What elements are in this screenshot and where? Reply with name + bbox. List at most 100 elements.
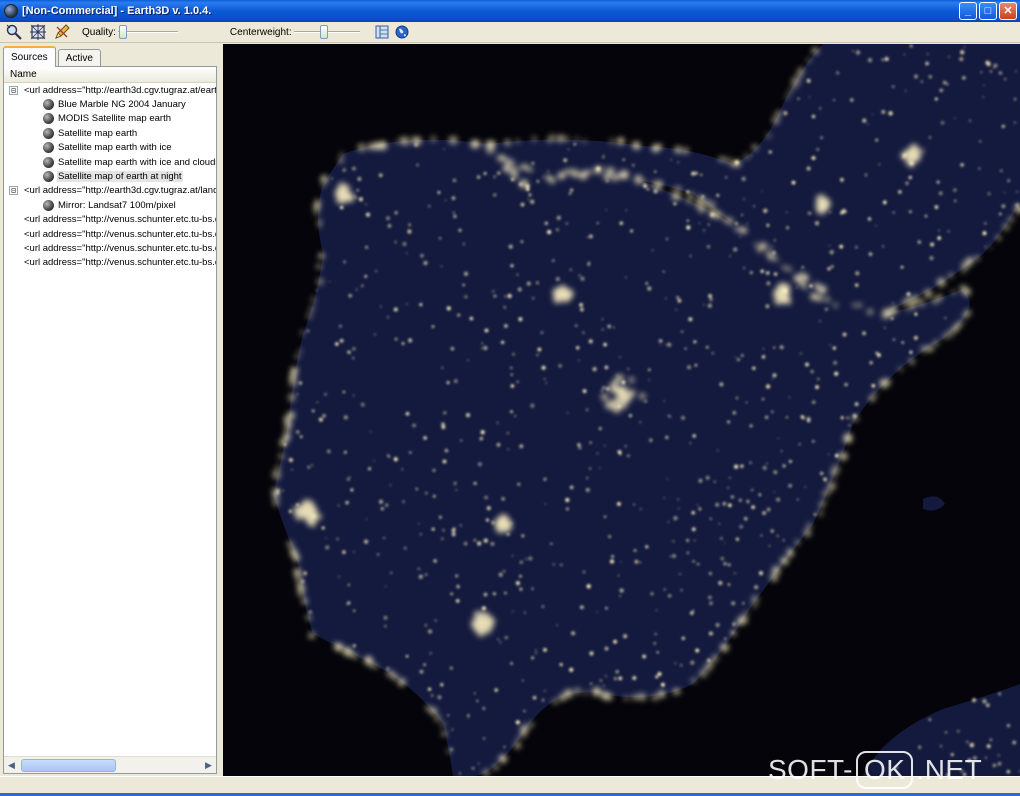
- city-light: [673, 202, 677, 206]
- scroll-right-arrow-icon[interactable]: ▶: [201, 758, 216, 773]
- city-light: [769, 246, 773, 250]
- title-bar[interactable]: [Non-Commercial] - Earth3D v. 1.0.4. _ □…: [0, 0, 1020, 22]
- city-light: [354, 195, 356, 198]
- city-light: [697, 504, 699, 506]
- city-light: [734, 160, 739, 165]
- collapse-toggle-icon[interactable]: ⊟: [9, 186, 18, 196]
- earth-3d-viewport[interactable]: [223, 44, 1020, 776]
- city-light: [378, 173, 383, 178]
- name-column-header[interactable]: Name: [4, 67, 216, 83]
- city-light: [604, 515, 607, 518]
- city-light: [504, 295, 507, 298]
- quality-slider-track: [117, 31, 178, 33]
- city-light: [431, 325, 435, 328]
- city-light: [828, 453, 830, 456]
- city-light: [780, 296, 788, 304]
- tree-source-item[interactable]: Satellite map of earth at night: [4, 169, 216, 183]
- city-light: [308, 632, 316, 639]
- city-light: [827, 267, 831, 271]
- city-light: [537, 347, 542, 352]
- city-light: [791, 77, 801, 86]
- city-light: [425, 491, 428, 495]
- city-light: [867, 123, 869, 126]
- city-light: [820, 136, 823, 139]
- quality-slider[interactable]: [117, 23, 178, 41]
- tree-url-node[interactable]: <url address="http://venus.schunter.etc.…: [4, 256, 216, 270]
- city-light: [619, 356, 621, 358]
- edit-button[interactable]: [52, 23, 72, 41]
- city-light: [761, 190, 763, 192]
- city-light: [355, 288, 358, 291]
- city-light: [689, 442, 691, 445]
- tree-url-node[interactable]: <url address="http://venus.schunter.etc.…: [4, 241, 216, 255]
- city-light: [804, 529, 811, 537]
- tree-url-node[interactable]: <url address="http://venus.schunter.etc.…: [4, 213, 216, 227]
- scrollbar-thumb[interactable]: [21, 758, 116, 772]
- city-light: [946, 329, 955, 338]
- city-light: [307, 465, 311, 469]
- city-light: [309, 307, 314, 312]
- maximize-button[interactable]: □: [979, 2, 997, 20]
- city-light: [303, 571, 308, 576]
- city-light: [819, 320, 821, 323]
- city-light: [419, 303, 423, 307]
- horizontal-scrollbar[interactable]: ◀ ▶: [4, 756, 216, 773]
- city-light: [867, 58, 873, 63]
- city-light: [311, 409, 315, 413]
- city-light: [535, 649, 537, 651]
- city-light: [985, 703, 990, 708]
- city-light: [427, 629, 433, 634]
- city-light: [997, 754, 1000, 757]
- city-light: [342, 550, 346, 555]
- tree-source-item[interactable]: Mirror: Landsat7 100m/pixel: [4, 198, 216, 212]
- city-light: [947, 55, 950, 58]
- city-light: [316, 401, 318, 403]
- city-light: [765, 304, 770, 309]
- city-light: [699, 669, 707, 678]
- city-light: [834, 371, 839, 376]
- tree-source-item[interactable]: Satellite map earth with ice and clouds: [4, 155, 216, 169]
- city-light: [780, 556, 789, 566]
- tree-source-item[interactable]: Satellite map earth: [4, 126, 216, 140]
- window-title: [Non-Commercial] - Earth3D v. 1.0.4.: [22, 5, 212, 17]
- minimize-button[interactable]: _: [959, 2, 977, 20]
- zoom-button[interactable]: [4, 23, 24, 41]
- city-light: [313, 209, 320, 216]
- globe-view-button[interactable]: [392, 23, 412, 41]
- city-light: [352, 644, 356, 648]
- tab-active[interactable]: Active: [57, 49, 101, 67]
- scrollbar-track[interactable]: [19, 758, 201, 773]
- panel-toggle-button[interactable]: [372, 23, 392, 41]
- city-light: [510, 384, 515, 388]
- city-light: [644, 399, 648, 403]
- collapse-toggle-icon[interactable]: ⊟: [9, 85, 18, 95]
- tab-sources[interactable]: Sources: [3, 46, 56, 67]
- scroll-left-arrow-icon[interactable]: ◀: [4, 758, 19, 773]
- city-light: [770, 529, 774, 533]
- city-light: [394, 140, 399, 144]
- city-light: [623, 174, 629, 179]
- close-button[interactable]: ✕: [999, 2, 1017, 20]
- tree-source-item[interactable]: MODIS Satellite map earth: [4, 112, 216, 126]
- centerweight-slider-thumb[interactable]: [319, 25, 328, 39]
- city-light: [523, 709, 526, 713]
- tree-url-node[interactable]: ⊟ <url address="http://earth3d.cgv.tugraz…: [4, 83, 216, 97]
- city-light: [607, 324, 611, 329]
- city-light: [642, 180, 647, 185]
- sources-tree: ⊟ <url address="http://earth3d.cgv.tugraz…: [4, 83, 216, 270]
- tree-url-node[interactable]: ⊟ <url address="http://earth3d.cgv.tugraz…: [4, 184, 216, 198]
- city-light: [356, 189, 359, 192]
- city-light: [888, 111, 893, 116]
- tree-source-item[interactable]: Blue Marble NG 2004 January: [4, 97, 216, 111]
- grid-button[interactable]: [28, 23, 48, 41]
- quality-slider-thumb[interactable]: [118, 25, 127, 39]
- city-light: [648, 368, 651, 371]
- city-light: [771, 565, 781, 575]
- city-light: [605, 209, 607, 211]
- city-light: [373, 460, 375, 462]
- tree-source-item[interactable]: Satellite map earth with ice: [4, 141, 216, 155]
- centerweight-slider[interactable]: [293, 23, 360, 41]
- tree-item-label: Satellite map earth with ice and clouds: [58, 156, 216, 168]
- city-light: [440, 537, 444, 541]
- tree-url-node[interactable]: <url address="http://venus.schunter.etc.…: [4, 227, 216, 241]
